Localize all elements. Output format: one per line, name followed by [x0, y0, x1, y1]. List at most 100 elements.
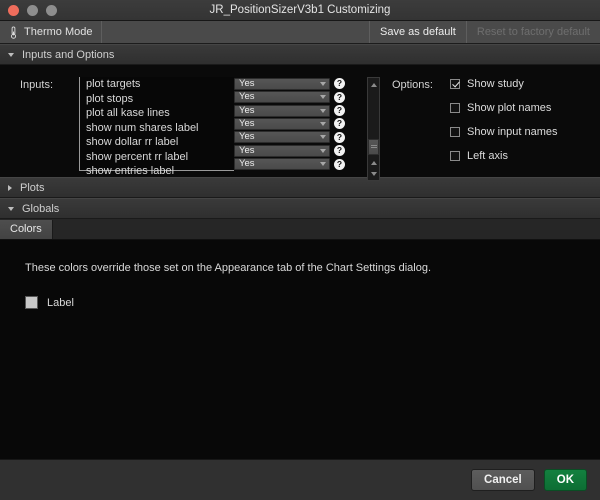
thermo-mode-button[interactable]: Thermo Mode — [0, 21, 103, 43]
input-name: plot all kase lines — [86, 107, 170, 119]
input-row: Yes ? — [234, 158, 364, 171]
input-name: show num shares label — [86, 121, 199, 134]
input-value-dropdown[interactable]: Yes — [234, 158, 330, 171]
option-label: Show plot names — [467, 102, 552, 114]
caret-up-icon — [370, 160, 377, 165]
chevron-down-icon — [320, 148, 326, 153]
checkbox-show-input-names[interactable] — [450, 127, 460, 137]
help-icon[interactable]: ? — [334, 118, 345, 130]
chevron-down-icon — [320, 95, 326, 100]
options-area: Options: Show study Show plot names Show… — [380, 77, 600, 171]
toolbar-spacer — [102, 21, 371, 43]
thermo-mode-label: Thermo Mode — [24, 26, 93, 38]
input-names-column: plot targets plot stops plot all kase li… — [79, 77, 234, 177]
section-header-inputs-and-options-label: Inputs and Options — [22, 48, 115, 61]
colors-pane: These colors override those set on the A… — [0, 240, 600, 459]
option-left-axis[interactable]: Left axis — [450, 150, 558, 162]
input-row: Yes ? — [234, 144, 364, 157]
toolbar: Thermo Mode Save as default Reset to fac… — [0, 21, 600, 44]
close-icon[interactable] — [8, 4, 19, 16]
color-entry-label-text: Label — [47, 296, 74, 309]
maximize-icon[interactable] — [46, 4, 57, 16]
chevron-down-icon — [8, 52, 14, 57]
input-value-dropdown[interactable]: Yes — [234, 117, 330, 130]
chevron-down-icon — [320, 121, 326, 126]
input-value-text: Yes — [239, 77, 255, 89]
input-name: plot stops — [86, 92, 134, 105]
input-value-dropdown[interactable]: Yes — [234, 91, 330, 104]
input-name: show percent rr label — [86, 150, 189, 163]
save-as-default-button[interactable]: Save as default — [370, 21, 467, 43]
input-name: show dollar rr label — [86, 136, 179, 148]
inputs-grid: plot targets plot stops plot all kase li… — [79, 77, 380, 181]
input-row: Yes ? — [234, 90, 364, 104]
section-header-inputs-and-options[interactable]: Inputs and Options — [0, 44, 600, 65]
input-value-text: Yes — [239, 117, 255, 129]
option-show-study[interactable]: Show study — [450, 78, 558, 90]
minimize-icon[interactable] — [27, 4, 38, 16]
inputs-and-options-body: Inputs: plot targets plot stops plot all… — [0, 65, 600, 181]
reset-to-factory-default-button: Reset to factory default — [476, 26, 590, 38]
help-icon[interactable]: ? — [334, 145, 345, 157]
tab-colors[interactable]: Colors — [0, 220, 53, 239]
section-header-globals-label: Globals — [22, 202, 60, 215]
option-label: Show input names — [467, 126, 558, 138]
colors-pane-note: These colors override those set on the A… — [25, 262, 432, 274]
inputs-label: Inputs: — [20, 79, 54, 91]
ok-button[interactable]: OK — [543, 469, 587, 491]
customizing-dialog: JR_PositionSizerV3b1 Customizing Thermo … — [0, 0, 600, 500]
checkbox-left-axis[interactable] — [450, 151, 460, 161]
input-row: Yes ? — [234, 104, 364, 117]
input-value-dropdown[interactable]: Yes — [234, 131, 330, 144]
caret-down-icon — [370, 171, 377, 176]
chevron-down-icon — [320, 135, 326, 140]
section-header-globals[interactable]: Globals — [0, 198, 600, 219]
help-icon[interactable]: ? — [334, 78, 345, 90]
input-row: Yes ? — [234, 117, 364, 130]
scroll-up-button[interactable] — [368, 79, 379, 90]
help-icon[interactable]: ? — [334, 158, 345, 170]
section-header-plots[interactable]: Plots — [0, 177, 600, 198]
scroll-thumb[interactable] — [368, 139, 379, 155]
input-value-text: Yes — [239, 104, 255, 116]
cancel-button[interactable]: Cancel — [471, 469, 535, 491]
window-title: JR_PositionSizerV3b1 Customizing — [209, 4, 391, 16]
input-value-text: Yes — [239, 144, 255, 156]
checkbox-show-plot-names[interactable] — [450, 103, 460, 113]
scroll-step-up-button[interactable] — [368, 157, 379, 168]
chevron-down-icon — [320, 162, 326, 167]
option-label: Left axis — [467, 150, 508, 162]
color-swatch-label[interactable] — [25, 296, 38, 309]
help-icon[interactable]: ? — [334, 105, 345, 117]
globals-tab-bar: Colors — [0, 219, 600, 240]
thermometer-icon — [10, 25, 17, 39]
option-show-input-names[interactable]: Show input names — [450, 126, 558, 138]
option-show-plot-names[interactable]: Show plot names — [450, 102, 558, 114]
input-value-dropdown[interactable]: Yes — [234, 77, 330, 90]
input-value-text: Yes — [239, 91, 255, 103]
section-header-plots-label: Plots — [20, 181, 45, 194]
input-controls-column: Yes ? Yes ? Yes ? Yes ? Yes ? Yes ? Yes … — [234, 77, 364, 171]
caret-up-icon — [370, 82, 377, 87]
input-value-text: Yes — [239, 158, 255, 170]
input-value-dropdown[interactable]: Yes — [234, 144, 330, 157]
options-label: Options: — [392, 79, 433, 91]
input-name: plot targets — [86, 78, 141, 90]
help-icon[interactable]: ? — [334, 131, 345, 143]
checkbox-show-study[interactable] — [450, 79, 460, 89]
input-value-dropdown[interactable]: Yes — [234, 104, 330, 117]
chevron-down-icon — [320, 108, 326, 113]
color-entry-label[interactable]: Label — [25, 296, 600, 309]
help-icon[interactable]: ? — [334, 91, 345, 103]
scroll-down-button[interactable] — [368, 168, 379, 179]
inputs-scrollbar[interactable] — [367, 77, 380, 181]
title-bar: JR_PositionSizerV3b1 Customizing — [0, 0, 600, 21]
dialog-footer: Cancel OK — [0, 459, 600, 500]
option-label: Show study — [467, 78, 524, 90]
options-list: Show study Show plot names Show input na… — [450, 77, 558, 171]
chevron-down-icon — [8, 206, 14, 211]
input-value-text: Yes — [239, 131, 255, 143]
chevron-down-icon — [320, 81, 326, 86]
input-row: Yes ? — [234, 131, 364, 144]
chevron-right-icon — [8, 184, 12, 191]
